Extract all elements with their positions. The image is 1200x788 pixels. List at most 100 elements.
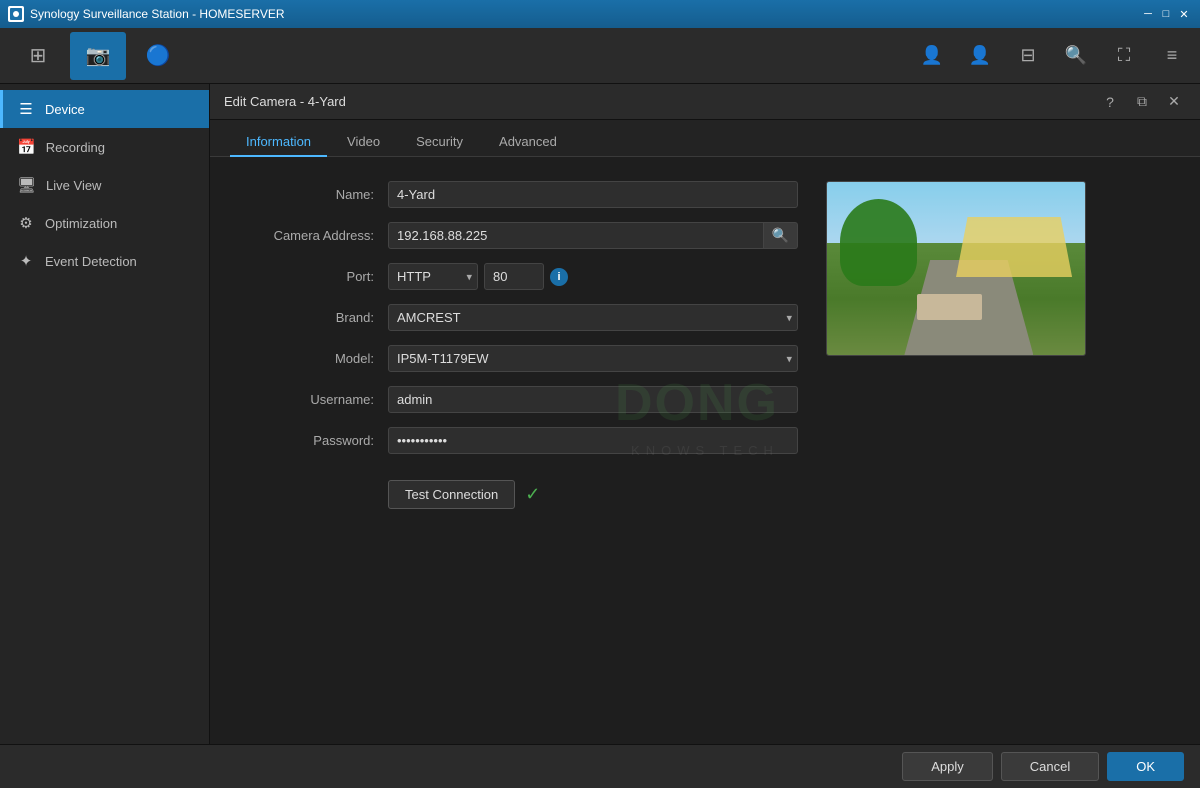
- dialog-title-text: Edit Camera - 4-Yard: [224, 94, 346, 109]
- search-icon: 🔍: [772, 227, 789, 243]
- username-label: Username:: [238, 392, 388, 407]
- liveview-icon: 🖥: [17, 176, 36, 194]
- cam-tree: [840, 199, 917, 286]
- tab-information[interactable]: Information: [230, 128, 327, 157]
- toolbar-account-btn[interactable]: 👤: [962, 38, 998, 74]
- password-row: Password:: [238, 427, 798, 454]
- port-row: Port: HTTP HTTPS i: [238, 263, 798, 290]
- main: ☰ Device 📅 Recording 🖥 Live View ⚙ Optim…: [0, 84, 1200, 744]
- port-label: Port:: [238, 269, 388, 284]
- name-row: Name:: [238, 181, 798, 208]
- lens-icon: 🔵: [146, 43, 171, 68]
- sidebar-item-label-event-detection: Event Detection: [45, 254, 137, 269]
- port-fields: HTTP HTTPS i: [388, 263, 798, 290]
- tabs: Information Video Security Advanced: [210, 120, 1200, 157]
- apply-button[interactable]: Apply: [902, 752, 993, 781]
- brand-select[interactable]: AMCREST Axis Dahua Hikvision Other: [388, 304, 798, 331]
- titlebar-controls: ─ □ ✕: [1140, 6, 1192, 22]
- toolbar-search-btn[interactable]: 🔍: [1058, 38, 1094, 74]
- toolbar: ⊞ 📷 🔵 👤 👤 ⊟ 🔍 ⛶ ≡: [0, 28, 1200, 84]
- dialog-restore-btn[interactable]: ⧉: [1130, 90, 1154, 114]
- model-wrapper: IP5M-T1179EW IP4M-1026W Other: [388, 345, 798, 372]
- camera-thumbnail: [826, 181, 1086, 356]
- minimize-button[interactable]: ─: [1140, 6, 1156, 22]
- dialog-help-btn[interactable]: ?: [1098, 90, 1122, 114]
- grid-icon: ⊞: [30, 43, 47, 68]
- titlebar: Synology Surveillance Station - HOMESERV…: [0, 0, 1200, 28]
- toolbar-camera-btn[interactable]: 📷: [70, 32, 126, 80]
- optimization-icon: ⚙: [17, 214, 35, 232]
- camera-address-row: Camera Address: 🔍: [238, 222, 798, 249]
- test-connection-area: Test Connection ✓: [388, 480, 540, 509]
- sidebar-item-device[interactable]: ☰ Device: [0, 90, 209, 128]
- sidebar-item-label-device: Device: [45, 102, 85, 117]
- bottom-bar: Apply Cancel OK: [0, 744, 1200, 788]
- model-row: Model: IP5M-T1179EW IP4M-1026W Other: [238, 345, 798, 372]
- toolbar-right: 👤 👤 ⊟ 🔍 ⛶ ≡: [914, 38, 1190, 74]
- tab-advanced[interactable]: Advanced: [483, 128, 573, 157]
- sidebar-item-recording[interactable]: 📅 Recording: [0, 128, 209, 166]
- sidebar-item-label-optimization: Optimization: [45, 216, 117, 231]
- name-label: Name:: [238, 187, 388, 202]
- layout-icon: ⊟: [1020, 45, 1035, 66]
- port-info-icon[interactable]: i: [550, 268, 568, 286]
- sidebar-item-liveview[interactable]: 🖥 Live View: [0, 166, 209, 204]
- close-button[interactable]: ✕: [1176, 6, 1192, 22]
- dialog-close-btn[interactable]: ✕: [1162, 90, 1186, 114]
- ok-button[interactable]: OK: [1107, 752, 1184, 781]
- name-input[interactable]: [388, 181, 798, 208]
- event-detection-icon: ✦: [17, 252, 35, 270]
- tab-security[interactable]: Security: [400, 128, 479, 157]
- fullscreen-icon: ⛶: [1118, 45, 1131, 66]
- menu-icon: ≡: [1167, 45, 1178, 66]
- test-connection-row: Test Connection ✓: [238, 468, 798, 509]
- account-icon: 👤: [969, 45, 991, 66]
- camera-scene: [827, 182, 1085, 355]
- toolbar-left: ⊞ 📷 🔵: [10, 32, 186, 80]
- sidebar-item-event-detection[interactable]: ✦ Event Detection: [0, 242, 209, 280]
- toolbar-lens-btn[interactable]: 🔵: [130, 32, 186, 80]
- cam-table: [917, 294, 982, 320]
- password-input[interactable]: [388, 427, 798, 454]
- maximize-button[interactable]: □: [1158, 6, 1174, 22]
- app-icon: [8, 6, 24, 22]
- brand-wrapper: AMCREST Axis Dahua Hikvision Other: [388, 304, 798, 331]
- toolbar-menu-btn[interactable]: ≡: [1154, 38, 1190, 74]
- test-connection-button[interactable]: Test Connection: [388, 480, 515, 509]
- camera-address-search-btn[interactable]: 🔍: [764, 222, 798, 249]
- toolbar-fullscreen-btn[interactable]: ⛶: [1106, 38, 1142, 74]
- dialog-title: Edit Camera - 4-Yard ? ⧉ ✕: [210, 84, 1200, 120]
- port-protocol-select[interactable]: HTTP HTTPS: [388, 263, 478, 290]
- connection-success-icon: ✓: [525, 484, 540, 505]
- brand-label: Brand:: [238, 310, 388, 325]
- tab-video[interactable]: Video: [331, 128, 396, 157]
- password-label: Password:: [238, 433, 388, 448]
- camera-address-label: Camera Address:: [238, 228, 388, 243]
- titlebar-left: Synology Surveillance Station - HOMESERV…: [8, 6, 285, 22]
- sidebar-item-label-liveview: Live View: [46, 178, 101, 193]
- titlebar-title: Synology Surveillance Station - HOMESERV…: [30, 7, 285, 21]
- search-icon: 🔍: [1065, 45, 1087, 66]
- form-fields: Name: Camera Address: 🔍 Port:: [238, 181, 798, 720]
- model-select[interactable]: IP5M-T1179EW IP4M-1026W Other: [388, 345, 798, 372]
- port-protocol-wrapper: HTTP HTTPS: [388, 263, 478, 290]
- sidebar: ☰ Device 📅 Recording 🖥 Live View ⚙ Optim…: [0, 84, 210, 744]
- user-alert-icon: 👤: [921, 45, 943, 66]
- toolbar-grid-btn[interactable]: ⊞: [10, 32, 66, 80]
- username-row: Username:: [238, 386, 798, 413]
- sidebar-item-optimization[interactable]: ⚙ Optimization: [0, 204, 209, 242]
- recording-icon: 📅: [17, 138, 36, 156]
- sidebar-item-label-recording: Recording: [46, 140, 105, 155]
- camera-address-input[interactable]: [388, 222, 764, 249]
- dialog-title-right: ? ⧉ ✕: [1098, 90, 1186, 114]
- camera-icon: 📷: [86, 43, 111, 68]
- content-wrapper: Edit Camera - 4-Yard ? ⧉ ✕ Information V…: [210, 84, 1200, 744]
- brand-row: Brand: AMCREST Axis Dahua Hikvision Othe…: [238, 304, 798, 331]
- toolbar-layout-btn[interactable]: ⊟: [1010, 38, 1046, 74]
- form-area: Name: Camera Address: 🔍 Port:: [210, 157, 1200, 744]
- port-number-input[interactable]: [484, 263, 544, 290]
- toolbar-user-alert-btn[interactable]: 👤: [914, 38, 950, 74]
- camera-address-field: 🔍: [388, 222, 798, 249]
- cancel-button[interactable]: Cancel: [1001, 752, 1099, 781]
- username-input[interactable]: [388, 386, 798, 413]
